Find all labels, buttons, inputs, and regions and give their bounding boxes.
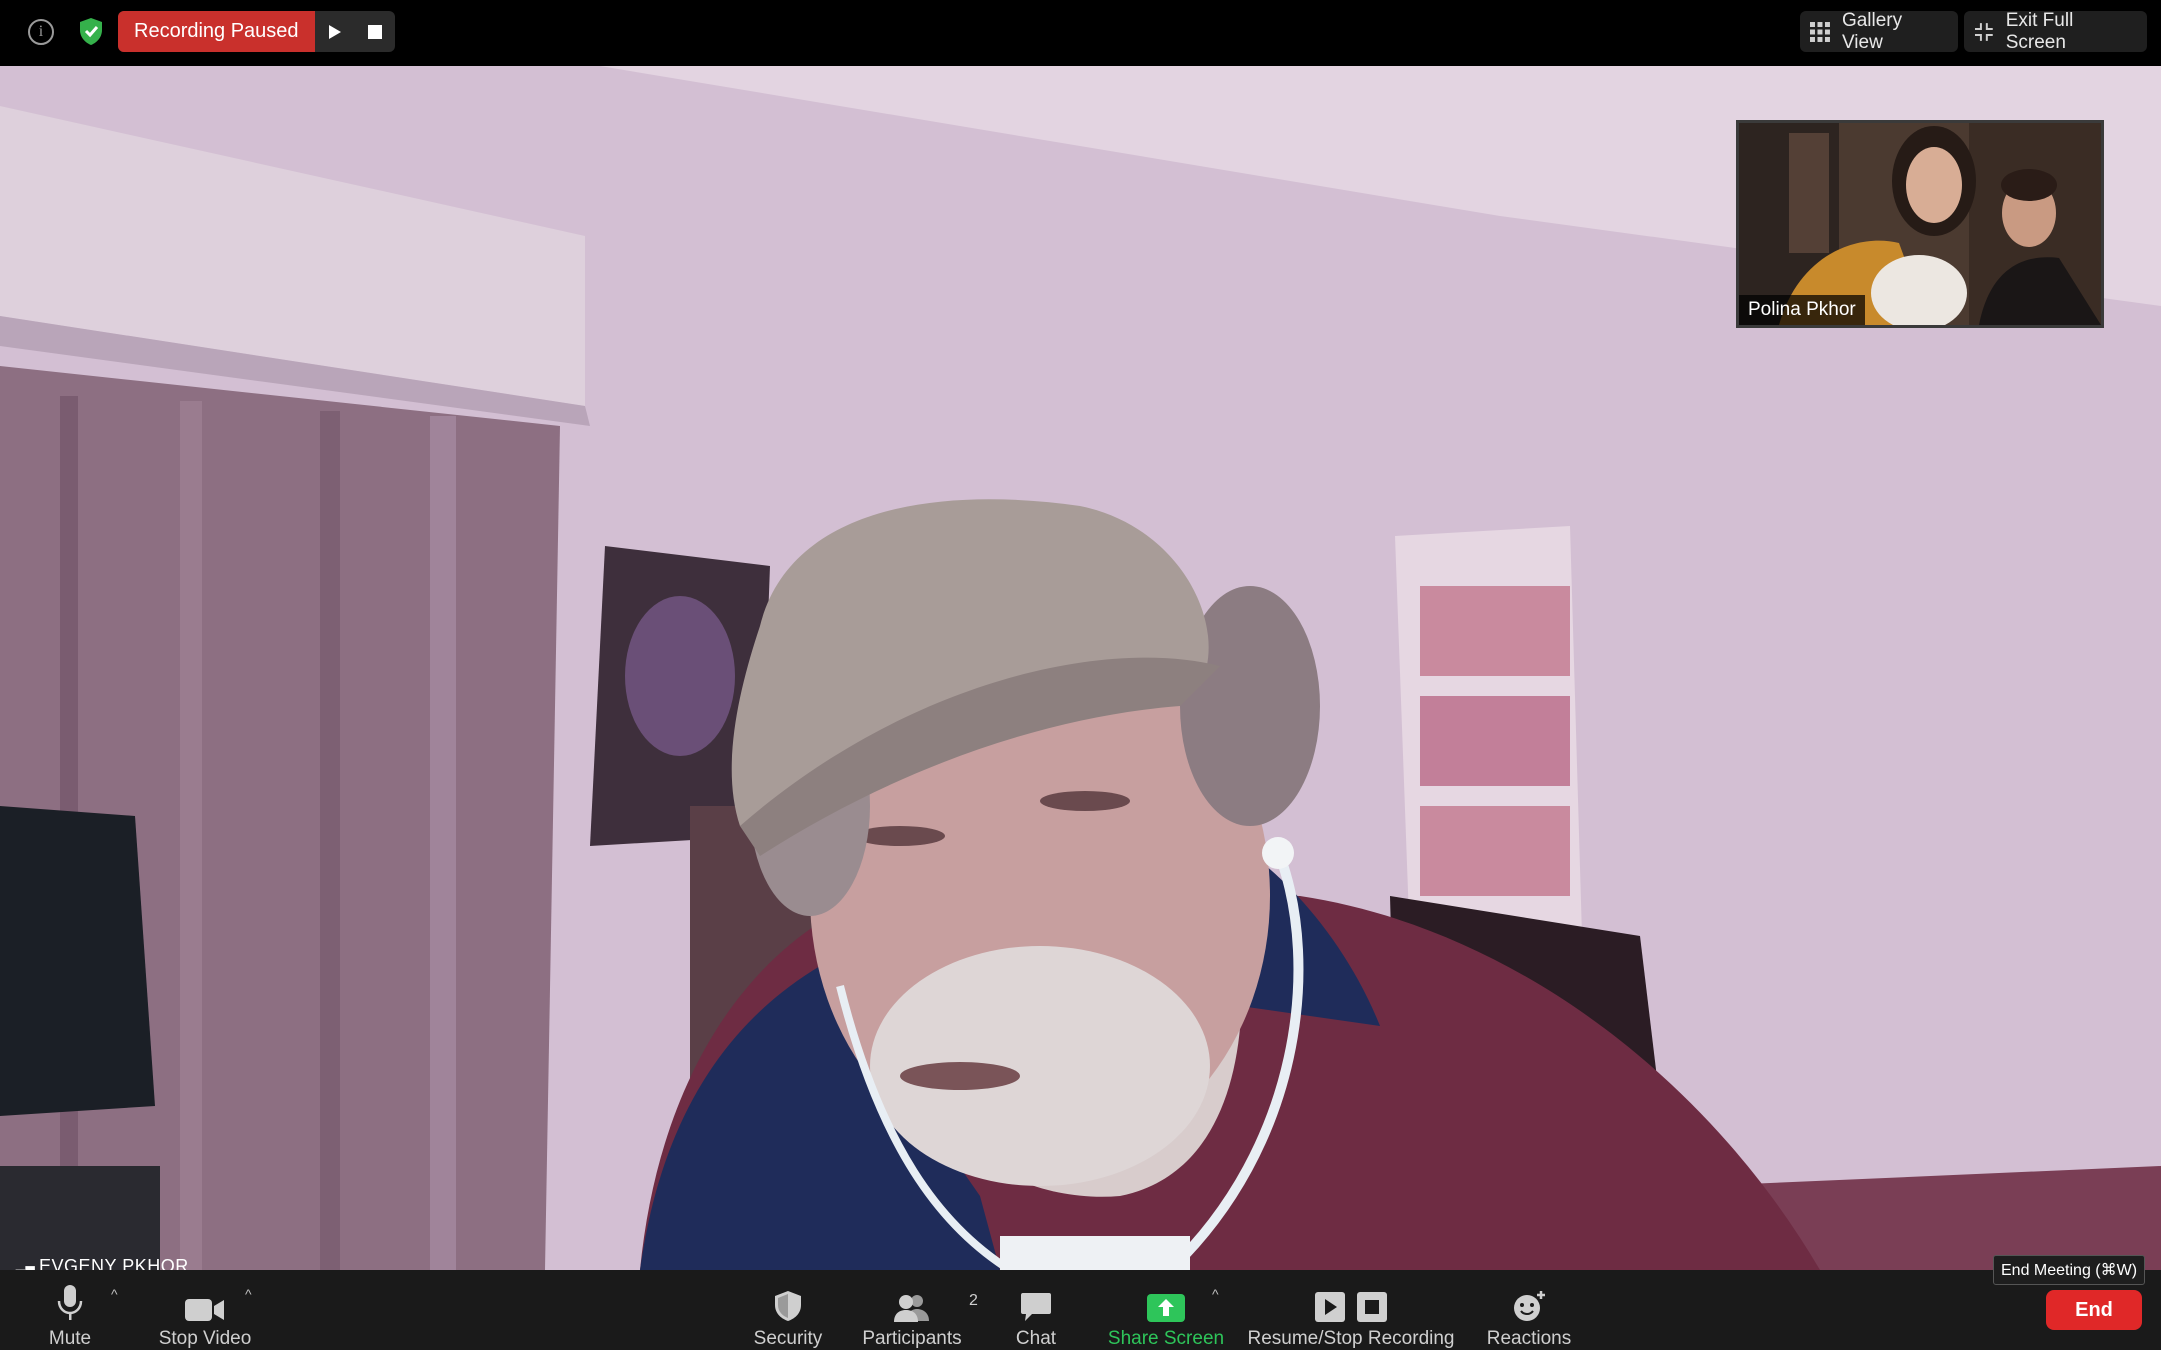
participants-icon: [894, 1295, 929, 1322]
stop-icon: [367, 24, 382, 39]
exit-fullscreen-label: Exit Full Screen: [2005, 9, 2074, 53]
main-participant-name-text: EVGENY PKHOR: [39, 1256, 189, 1270]
share-screen-button[interactable]: Share Screen: [1108, 1270, 1224, 1350]
mute-label: Mute: [48, 1328, 92, 1349]
resume-stop-recording-button[interactable]: Resume/Stop Recording: [1247, 1270, 1455, 1350]
participants-label: Participants: [862, 1328, 962, 1349]
chat-bubble-icon: [1021, 1293, 1051, 1321]
self-view-tile[interactable]: Polina Pkhor: [1736, 120, 2104, 328]
security-button[interactable]: Security: [748, 1270, 828, 1350]
share-screen-label: Share Screen: [1107, 1328, 1225, 1349]
top-bar: i Recording Paused Gallery View Exit Ful…: [0, 0, 2161, 66]
share-options-caret[interactable]: ^: [1212, 1286, 1219, 1302]
main-participant-name: ▂▃▅ EVGENY PKHOR: [6, 1256, 189, 1270]
end-meeting-button[interactable]: End: [2046, 1290, 2142, 1330]
audio-options-caret[interactable]: ^: [111, 1286, 118, 1302]
stop-video-button[interactable]: Stop Video: [155, 1270, 255, 1350]
gallery-view-button[interactable]: Gallery View: [1800, 9, 1958, 53]
info-icon[interactable]: i: [28, 19, 54, 45]
exit-fullscreen-button[interactable]: Exit Full Screen: [1964, 9, 2147, 53]
share-screen-icon: [1147, 1294, 1185, 1322]
security-label: Security: [753, 1328, 823, 1349]
camera-icon: [185, 1299, 224, 1321]
security-shield-icon: [775, 1291, 801, 1321]
participants-count: 2: [969, 1292, 978, 1309]
reactions-button[interactable]: Reactions: [1480, 1270, 1578, 1350]
grid-icon: [1810, 21, 1830, 42]
self-view-name: Polina Pkhor: [1739, 295, 1865, 325]
play-icon: [328, 24, 341, 39]
meeting-toolbar: Mute ^ Stop Video ^ Security 2 Participa…: [0, 1270, 2161, 1350]
video-options-caret[interactable]: ^: [245, 1286, 252, 1302]
resume-recording-button[interactable]: [315, 11, 355, 52]
stop-recording-button[interactable]: [355, 11, 395, 52]
mute-button[interactable]: Mute: [42, 1270, 98, 1350]
exit-fullscreen-icon: [1974, 22, 1993, 41]
chat-label: Chat: [1015, 1328, 1057, 1349]
reactions-label: Reactions: [1486, 1328, 1572, 1349]
chat-button[interactable]: Chat: [1006, 1270, 1066, 1350]
participants-button[interactable]: 2 Participants: [860, 1270, 978, 1350]
reactions-icon: [1514, 1291, 1545, 1321]
play-icon: [1315, 1292, 1345, 1322]
signal-icon: ▂▃▅: [6, 1261, 40, 1270]
gallery-view-label: Gallery View: [1841, 9, 1903, 53]
recording-label: Resume/Stop Recording: [1247, 1328, 1455, 1349]
stop-video-label: Stop Video: [158, 1328, 252, 1349]
end-meeting-tooltip: End Meeting (⌘W): [1993, 1255, 2146, 1285]
shield-icon[interactable]: [78, 16, 104, 46]
recording-controls: Recording Paused: [118, 11, 395, 52]
recording-status-label: Recording Paused: [118, 11, 315, 52]
stop-icon: [1357, 1292, 1387, 1322]
microphone-icon: [57, 1285, 83, 1320]
